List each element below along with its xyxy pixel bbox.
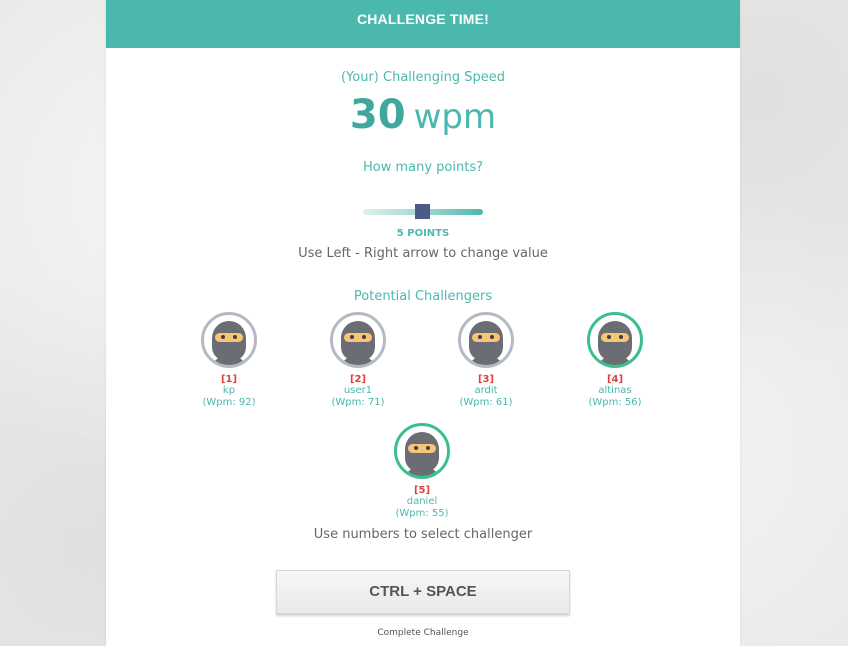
ninja-avatar-icon: [201, 312, 257, 368]
challenger-name: altinas: [598, 385, 632, 396]
speed-value: 30: [349, 92, 406, 138]
speed-unit: wpm: [413, 97, 497, 137]
ninja-avatar-icon: [458, 312, 514, 368]
challengers-title: Potential Challengers: [353, 289, 493, 304]
challenger-name: kp: [222, 385, 236, 396]
challenger-wpm: (Wpm: 55): [395, 508, 449, 519]
points-value: 5 POINTS: [396, 228, 450, 239]
challenger-3[interactable]: [3] ardit (Wpm: 61): [436, 312, 536, 409]
challenger-wpm: (Wpm: 92): [202, 397, 256, 408]
challenger-name: user1: [343, 385, 373, 396]
ninja-avatar-icon: [587, 312, 643, 368]
challenger-wpm: (Wpm: 71): [331, 397, 385, 408]
slider-thumb[interactable]: [415, 204, 430, 219]
challenge-header: CHALLENGE TIME!: [106, 0, 740, 48]
complete-challenge-button[interactable]: CTRL + SPACE: [276, 570, 570, 614]
points-hint: Use Left - Right arrow to change value: [298, 246, 548, 261]
challenger-wpm: (Wpm: 56): [588, 397, 642, 408]
points-slider[interactable]: [363, 204, 483, 219]
ninja-avatar-icon: [330, 312, 386, 368]
challenger-index: [3]: [477, 374, 495, 385]
ninja-avatar-icon: [394, 423, 450, 479]
challenger-2[interactable]: [2] user1 (Wpm: 71): [308, 312, 408, 409]
challenger-wpm: (Wpm: 61): [459, 397, 513, 408]
challenger-index: [2]: [349, 374, 367, 385]
speed-display: 30 wpm: [106, 90, 740, 148]
points-question: How many points?: [362, 160, 483, 175]
challenger-index: [1]: [220, 374, 238, 385]
complete-caption: Complete Challenge: [377, 628, 469, 638]
challenge-panel: CHALLENGE TIME! (Your) Challenging Speed…: [106, 0, 740, 646]
speed-label: (Your) Challenging Speed: [340, 70, 505, 85]
challenger-index: [4]: [606, 374, 624, 385]
challenger-4[interactable]: [4] altinas (Wpm: 56): [565, 312, 665, 409]
challenger-5[interactable]: [5] daniel (Wpm: 55): [372, 423, 472, 520]
challenger-index: [5]: [413, 485, 431, 496]
challenger-1[interactable]: [1] kp (Wpm: 92): [179, 312, 279, 409]
challengers-hint: Use numbers to select challenger: [313, 527, 533, 542]
challenger-name: daniel: [406, 496, 438, 507]
challenger-name: ardit: [474, 385, 498, 396]
